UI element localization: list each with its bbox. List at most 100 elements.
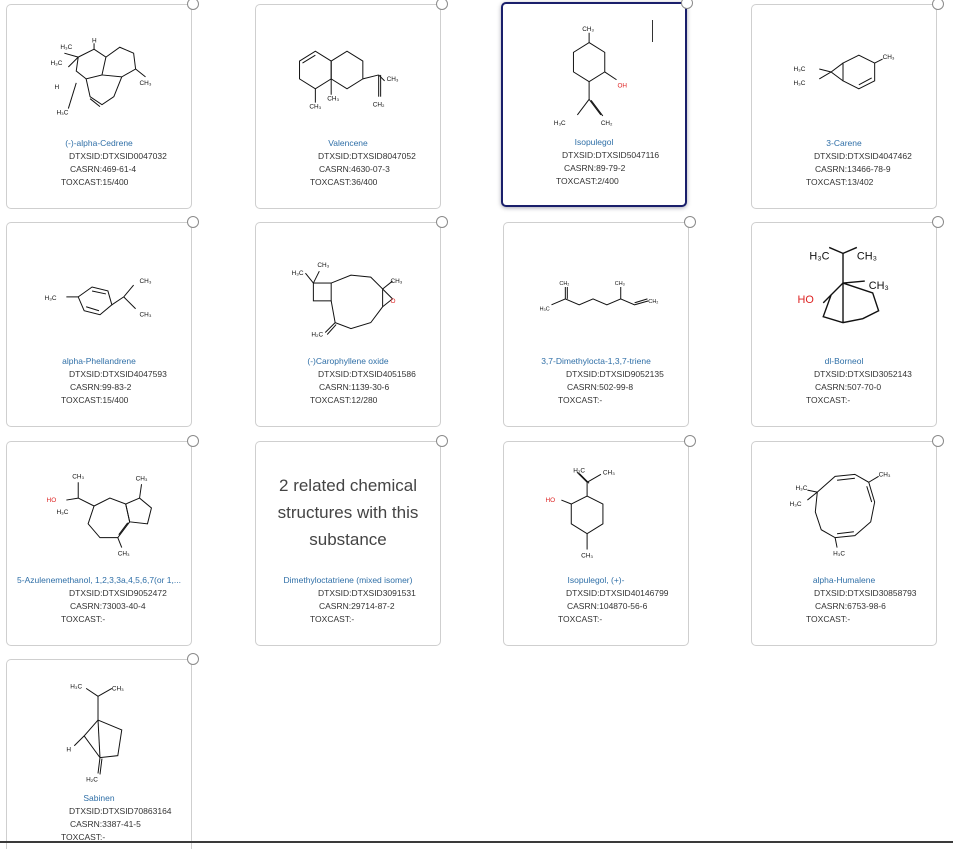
chemical-name-link[interactable]: (-)Carophyllene oxide (260, 356, 436, 366)
chemical-name-link[interactable]: (-)-alpha-Cedrene (11, 138, 187, 148)
atom-label: CH₂ (373, 102, 385, 109)
toxcast-text: TOXCAST:15/400 (61, 395, 129, 405)
toxcast-text: TOXCAST:- (558, 395, 603, 405)
toxcast-text: TOXCAST:13/402 (806, 177, 874, 187)
structure-image: CH₃ H₃C CH₂ OH (503, 4, 685, 132)
atom-label: HO (798, 294, 814, 306)
chemical-meta: DTXSID:DTXSID4051586 CASRN:1139-30-6 TOX… (256, 368, 440, 407)
atom-label: H₃C (540, 307, 550, 313)
atom-label: H₂C (573, 467, 585, 474)
structure-image: CH₃ CH₂ CH₃ CH₃ (256, 5, 440, 133)
atom-label: CH₃ (879, 471, 891, 478)
chemical-meta: DTXSID:DTXSID3091531 CASRN:29714-87-2 TO… (256, 587, 440, 626)
structure-image: H₃C CH₃ CH₃ HO (752, 223, 936, 351)
atom-label: HO (546, 497, 556, 504)
dtxsid-text: DTXSID:DTXSID8047052 (318, 151, 416, 161)
atom-label: CH₃ (309, 104, 321, 111)
atom-label: CH₃ (112, 685, 124, 692)
atom-label: H₃C (60, 44, 72, 51)
chemical-meta: DTXSID:DTXSID30858793 CASRN:6753-98-6 TO… (752, 587, 936, 626)
chemical-meta: DTXSID:DTXSID5047116 CASRN:89-79-2 TOXCA… (503, 149, 685, 188)
atom-label: CH₃ (603, 469, 615, 476)
atom-label: H₂C (86, 776, 98, 783)
atom-label: CH₃ (327, 96, 339, 103)
atom-label: H (54, 84, 59, 91)
dtxsid-text: DTXSID:DTXSID9052135 (566, 369, 664, 379)
atom-label: CH₃ (140, 312, 152, 319)
structure-image: H₃C CH₃ H H₂C (7, 660, 191, 788)
atom-label: O (391, 298, 396, 305)
atom-label: H₃C (554, 120, 566, 127)
casrn-text: CASRN:4630-07-3 (319, 164, 390, 174)
atom-label: H₃C (51, 60, 63, 67)
chemical-card-sabinen[interactable]: H₃C CH₃ H H₂C Sabinen DTXSID:DTXSID70863… (6, 653, 199, 849)
atom-label: CH₃ (869, 280, 889, 292)
atom-label: CH₂ (648, 299, 658, 305)
toxcast-text: TOXCAST:- (310, 614, 355, 624)
chemical-name-link[interactable]: alpha-Phellandrene (11, 356, 187, 366)
chemical-name-link[interactable]: 3-Carene (756, 138, 932, 148)
toxcast-text: TOXCAST:2/400 (556, 176, 619, 186)
dtxsid-text: DTXSID:DTXSID4047593 (69, 369, 167, 379)
atom-label: HO (47, 497, 57, 504)
atom-label: CH₃ (118, 550, 130, 557)
casrn-text: CASRN:507-70-0 (815, 382, 882, 392)
toxcast-text: TOXCAST:12/280 (310, 395, 378, 405)
atom-label: CH₂ (559, 281, 569, 287)
chemical-card-dimethylocta-triene[interactable]: H₃C CH₂ CH₃ CH₂ 3,7-Dimethylocta-1,3,7-t… (503, 216, 696, 427)
toxcast-text: TOXCAST:- (61, 614, 106, 624)
select-radio[interactable] (436, 435, 448, 447)
chemical-name-link[interactable]: dl-Borneol (756, 356, 932, 366)
atom-label: OH (617, 83, 627, 90)
chemical-name-link[interactable]: alpha-Humalene (756, 575, 932, 585)
chemical-card-alpha-cedrene[interactable]: H₃C H₃C H H CH₃ H₃C (-)-alpha-Cedrene DT… (6, 0, 199, 209)
dtxsid-text: DTXSID:DTXSID5047116 (562, 150, 660, 160)
chemical-meta: DTXSID:DTXSID40146799 CASRN:104870-56-6 … (504, 587, 688, 626)
atom-label: CH₃ (391, 278, 403, 285)
chemical-meta: DTXSID:DTXSID8047052 CASRN:4630-07-3 TOX… (256, 150, 440, 189)
chemical-name-link[interactable]: Isopulegol (507, 137, 681, 147)
casrn-text: CASRN:13466-78-9 (815, 164, 891, 174)
casrn-text: CASRN:29714-87-2 (319, 601, 395, 611)
atom-label: CH₂ (601, 120, 613, 127)
atom-label: CH₃ (581, 552, 593, 559)
chemical-card-3-carene[interactable]: H₃C H₃C CH₃ 3-Carene DTXSID:DTXSID404746… (751, 0, 944, 209)
chemical-meta: DTXSID:DTXSID3052143 CASRN:507-70-0 TOXC… (752, 368, 936, 407)
chemical-name-link[interactable]: Isopulegol, (+)- (508, 575, 684, 585)
related-structures-message: 2 related chemical structures with this … (277, 476, 419, 549)
casrn-text: CASRN:99-83-2 (70, 382, 132, 392)
atom-label: H₃C (794, 66, 806, 73)
chemical-meta: DTXSID:DTXSID0047032 CASRN:469-61-4 TOXC… (7, 150, 191, 189)
atom-label: H₃C (833, 550, 845, 557)
chemical-card-dimethyloctatriene-mixed[interactable]: 2 related chemical structures with this … (255, 435, 448, 646)
dtxsid-text: DTXSID:DTXSID0047032 (69, 151, 167, 161)
chemical-name-link[interactable]: 5-Azulenemethanol, 1,2,3,3a,4,5,6,7(or 1… (11, 575, 187, 585)
casrn-text: CASRN:469-61-4 (70, 164, 137, 174)
toxcast-text: TOXCAST:15/400 (61, 177, 129, 187)
chemical-card-carophyllene-oxide[interactable]: H₃C CH₃ CH₃ H₂C O (-)Carophyllene oxide … (255, 216, 448, 427)
atom-label: CH₃ (857, 250, 877, 262)
atom-label: H₃C (70, 683, 82, 690)
atom-label: H₃C (794, 80, 806, 87)
chemical-card-isopulegol-plus[interactable]: H₂C CH₃ CH₃ HO Isopulegol, (+)- DTXSID:D… (503, 435, 696, 646)
chemical-card-dl-borneol[interactable]: H₃C CH₃ CH₃ HO dl-Borneol DTXSID:DTXSID3… (751, 216, 944, 427)
atom-label: H₃C (809, 250, 829, 262)
dtxsid-text: DTXSID:DTXSID4047462 (814, 151, 912, 161)
atom-label: H₂C (311, 331, 323, 338)
chemical-name-link[interactable]: Dimethyloctatriene (mixed isomer) (260, 575, 436, 585)
chemical-card-alpha-phellandrene[interactable]: H₃C CH₃ CH₃ alpha-Phellandrene DTXSID:DT… (6, 216, 199, 427)
chemical-meta: DTXSID:DTXSID70863164 CASRN:3387-41-5 TO… (7, 805, 191, 844)
atom-label: CH₃ (615, 281, 625, 287)
chemical-name-link[interactable]: Sabinen (11, 793, 187, 803)
chemical-card-isopulegol[interactable]: CH₃ H₃C CH₂ OH Isopulegol DTXSID:DTXSID5… (501, 0, 693, 207)
dtxsid-text: DTXSID:DTXSID40146799 (566, 588, 669, 598)
chemical-card-azulenemethanol[interactable]: CH₃ H₃C CH₃ CH₃ HO 5-Azulenemethanol, 1,… (6, 435, 199, 646)
casrn-text: CASRN:104870-56-6 (567, 601, 648, 611)
chemical-name-link[interactable]: Valencene (260, 138, 436, 148)
chemical-card-valencene[interactable]: CH₃ CH₂ CH₃ CH₃ Valencene DTXSID:DTXSID8… (255, 0, 448, 209)
chemical-card-alpha-humalene[interactable]: H₃C H₃C CH₃ H₃C alpha-Humalene DTXSID:DT… (751, 435, 944, 646)
chemical-meta: DTXSID:DTXSID4047462 CASRN:13466-78-9 TO… (752, 150, 936, 189)
atom-label: H₃C (292, 270, 304, 277)
chemical-name-link[interactable]: 3,7-Dimethylocta-1,3,7-triene (508, 356, 684, 366)
chemical-meta: DTXSID:DTXSID9052135 CASRN:502-99-8 TOXC… (504, 368, 688, 407)
